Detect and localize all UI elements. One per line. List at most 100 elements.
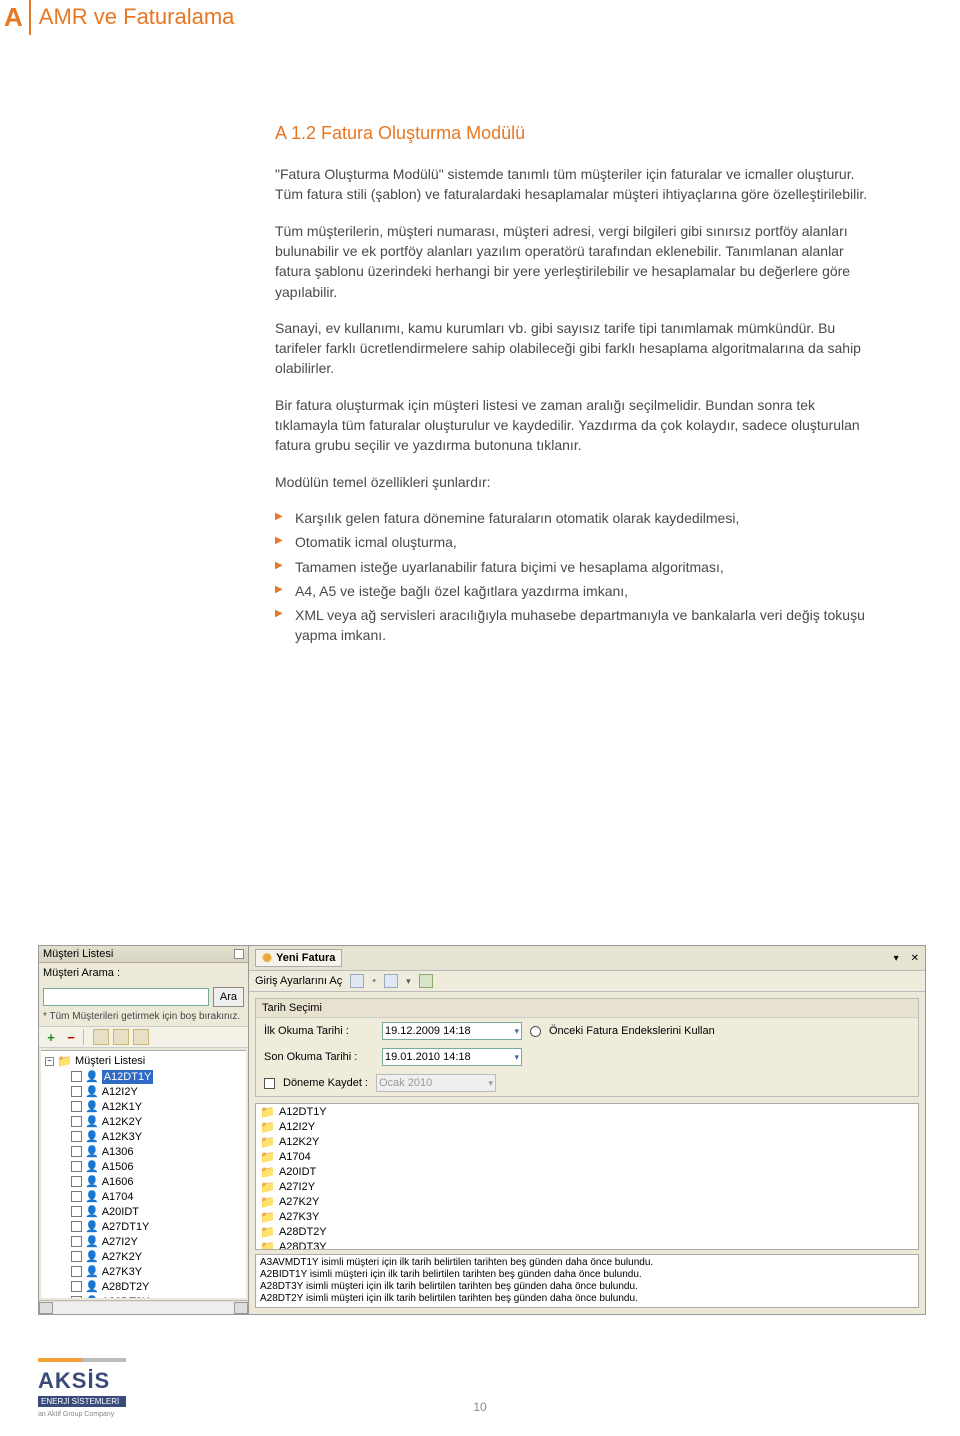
header-title: AMR ve Faturalama xyxy=(31,0,243,35)
tree-item[interactable]: 👤A1306 xyxy=(71,1144,246,1159)
tree-item[interactable]: 👤A12DT1Y xyxy=(71,1069,246,1084)
tree-item[interactable]: 👤A27K3Y xyxy=(71,1264,246,1279)
save-period-checkbox[interactable] xyxy=(264,1078,275,1089)
toolbar-icon[interactable] xyxy=(93,1029,109,1045)
tree-item[interactable]: 👤A1606 xyxy=(71,1174,246,1189)
tab-new-invoice[interactable]: ✺ Yeni Fatura xyxy=(255,949,342,967)
tree-item-label: A1506 xyxy=(102,1160,134,1174)
chevron-down-icon[interactable]: ▾ xyxy=(514,1026,519,1037)
tree-item[interactable]: 👤A28DT3Y xyxy=(71,1294,246,1298)
tree-item-label: A27I2Y xyxy=(102,1235,138,1249)
checkbox[interactable] xyxy=(71,1146,82,1157)
checkbox[interactable] xyxy=(71,1086,82,1097)
result-item[interactable]: 📁A20IDT xyxy=(256,1164,918,1179)
tree-item[interactable]: 👤A27I2Y xyxy=(71,1234,246,1249)
toolbar-icon[interactable] xyxy=(133,1029,149,1045)
tree-root-label: Müşteri Listesi xyxy=(75,1055,145,1067)
result-item[interactable]: 📁A1704 xyxy=(256,1149,918,1164)
checkbox[interactable] xyxy=(71,1161,82,1172)
tree-item[interactable]: 👤A12I2Y xyxy=(71,1084,246,1099)
checkbox[interactable] xyxy=(71,1176,82,1187)
sparkle-icon: ✺ xyxy=(262,951,272,965)
result-item[interactable]: 📁A27K3Y xyxy=(256,1209,918,1224)
scroll-right-icon[interactable] xyxy=(234,1302,248,1314)
expand-icon[interactable]: − xyxy=(45,1057,54,1066)
close-icon[interactable]: ✕ xyxy=(911,953,919,964)
tree-item-label: A12K1Y xyxy=(102,1100,142,1114)
toolbar-icon[interactable] xyxy=(350,974,364,988)
feature-item: Tamamen isteğe uyarlanabilir fatura biçi… xyxy=(275,557,875,577)
result-item[interactable]: 📁A28DT2Y xyxy=(256,1224,918,1239)
tree-root[interactable]: − 📁 Müşteri Listesi xyxy=(45,1053,246,1069)
result-item[interactable]: 📁A12I2Y xyxy=(256,1119,918,1134)
scroll-track[interactable] xyxy=(53,1302,234,1314)
pin-icon[interactable] xyxy=(234,949,244,959)
result-item-label: A20IDT xyxy=(279,1166,316,1178)
result-item[interactable]: 📁A12DT1Y xyxy=(256,1104,918,1119)
result-item[interactable]: 📁A27K2Y xyxy=(256,1194,918,1209)
customer-tree: − 📁 Müşteri Listesi 👤A12DT1Y👤A12I2Y👤A12K… xyxy=(41,1050,246,1298)
add-icon[interactable]: + xyxy=(43,1029,59,1045)
tree-item[interactable]: 👤A28DT2Y xyxy=(71,1279,246,1294)
panel-title-bar: Müşteri Listesi xyxy=(39,946,248,963)
search-button[interactable]: Ara xyxy=(213,987,244,1007)
feature-list: Karşılık gelen fatura dönemine faturalar… xyxy=(275,508,875,646)
tree-item-label: A27DT1Y xyxy=(102,1220,150,1234)
search-row: Müşteri Arama : xyxy=(39,963,248,983)
result-item[interactable]: 📁A28DT3Y xyxy=(256,1239,918,1250)
settings-label[interactable]: Giriş Ayarlarını Aç xyxy=(255,975,342,987)
tree-item-label: A12K3Y xyxy=(102,1130,142,1144)
checkbox[interactable] xyxy=(71,1101,82,1112)
checkbox[interactable] xyxy=(71,1281,82,1292)
checkbox[interactable] xyxy=(71,1206,82,1217)
feature-item: XML veya ağ servisleri aracılığıyla muha… xyxy=(275,605,875,646)
minimize-icon[interactable]: ▾ xyxy=(894,953,899,964)
checkbox[interactable] xyxy=(71,1116,82,1127)
tree-item[interactable]: 👤A1704 xyxy=(71,1189,246,1204)
checkbox[interactable] xyxy=(71,1191,82,1202)
first-read-date[interactable]: 19.12.2009 14:18 ▾ xyxy=(382,1022,522,1040)
checkbox[interactable] xyxy=(71,1071,82,1082)
tree-item[interactable]: 👤A27DT1Y xyxy=(71,1219,246,1234)
scroll-left-icon[interactable] xyxy=(39,1302,53,1314)
toolbar-icon[interactable] xyxy=(113,1029,129,1045)
checkbox[interactable] xyxy=(71,1236,82,1247)
prev-index-radio[interactable] xyxy=(530,1026,541,1037)
checkbox[interactable] xyxy=(71,1131,82,1142)
result-item[interactable]: 📁A12K2Y xyxy=(256,1134,918,1149)
sub-toolbar: Giriş Ayarlarını Aç • ▾ xyxy=(249,971,925,992)
search-input[interactable] xyxy=(43,988,209,1006)
tree-item-label: A27K2Y xyxy=(102,1250,142,1264)
chevron-down-icon[interactable]: ▾ xyxy=(514,1052,519,1063)
last-read-date[interactable]: 19.01.2010 14:18 ▾ xyxy=(382,1048,522,1066)
tree-item[interactable]: 👤A27K2Y xyxy=(71,1249,246,1264)
horizontal-scrollbar[interactable] xyxy=(39,1300,248,1314)
remove-icon[interactable]: − xyxy=(63,1029,79,1045)
chevron-down-icon[interactable]: ▾ xyxy=(406,976,411,987)
tree-items: 👤A12DT1Y👤A12I2Y👤A12K1Y👤A12K2Y👤A12K3Y👤A13… xyxy=(45,1069,246,1298)
checkbox[interactable] xyxy=(71,1221,82,1232)
logo-tagline: an Aktif Group Company xyxy=(38,1411,126,1418)
log-line: A2BIDT1Y isimli müşteri için ilk tarih b… xyxy=(260,1269,914,1281)
toolbar-icon[interactable] xyxy=(384,974,398,988)
tree-item[interactable]: 👤A12K3Y xyxy=(71,1129,246,1144)
folder-icon: 📁 xyxy=(57,1054,72,1068)
tree-item[interactable]: 👤A20IDT xyxy=(71,1204,246,1219)
person-icon: 👤 xyxy=(85,1205,99,1219)
checkbox[interactable] xyxy=(71,1266,82,1277)
folder-icon: 📁 xyxy=(260,1225,275,1239)
last-read-label: Son Okuma Tarihi : xyxy=(264,1051,374,1063)
toolbar-icon[interactable] xyxy=(419,974,433,988)
tree-item-label: A28DT2Y xyxy=(102,1280,150,1294)
section-title: A 1.2 Fatura Oluşturma Modülü xyxy=(275,120,875,146)
checkbox[interactable] xyxy=(71,1251,82,1262)
paragraph: "Fatura Oluşturma Modülü" sistemde tanım… xyxy=(275,164,875,205)
result-item[interactable]: 📁A27I2Y xyxy=(256,1179,918,1194)
tree-toolbar: + − xyxy=(39,1026,248,1048)
tree-item[interactable]: 👤A1506 xyxy=(71,1159,246,1174)
folder-icon: 📁 xyxy=(260,1240,275,1251)
person-icon: 👤 xyxy=(85,1190,99,1204)
checkbox[interactable] xyxy=(71,1296,82,1298)
tree-item[interactable]: 👤A12K1Y xyxy=(71,1099,246,1114)
tree-item[interactable]: 👤A12K2Y xyxy=(71,1114,246,1129)
